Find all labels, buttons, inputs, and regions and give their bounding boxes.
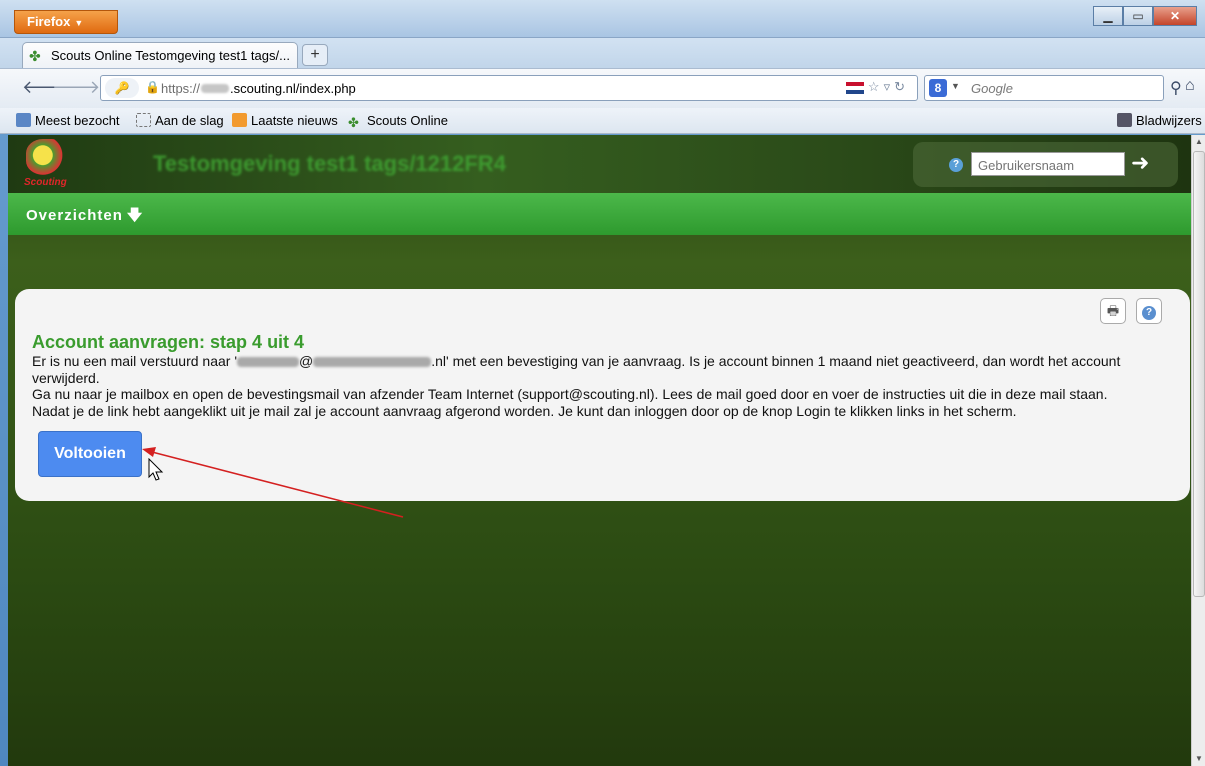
content-panel: 🖶 ? Account aanvragen: stap 4 uit 4 Er i… bbox=[15, 289, 1190, 501]
page-title: Account aanvragen: stap 4 uit 4 bbox=[32, 332, 305, 352]
page-icon bbox=[136, 113, 151, 127]
menu-overviews[interactable]: Overzichten 🡇 bbox=[26, 205, 143, 230]
bookmark-label: Aan de slag bbox=[155, 113, 224, 128]
message-line1-start: Er is nu een mail verstuurd naar ' bbox=[32, 353, 237, 369]
search-placeholder: Google bbox=[971, 81, 1013, 96]
finish-button[interactable]: Voltooien bbox=[38, 431, 142, 477]
firefox-menu-button[interactable]: Firefox ▼ bbox=[14, 10, 118, 34]
message-line1-at: @ bbox=[299, 353, 314, 369]
search-field[interactable]: 8 ▼ Google bbox=[924, 75, 1164, 101]
bookmarks-menu-label: Bladwijzers bbox=[1136, 113, 1202, 128]
arrow-down-icon: 🡇 bbox=[126, 207, 144, 224]
reload-icon[interactable]: ↻ bbox=[894, 79, 909, 94]
bookmarks-menu-button[interactable]: Bladwijzers bbox=[1117, 113, 1202, 128]
google-engine-icon[interactable]: 8 bbox=[929, 79, 947, 97]
window-titlebar: Firefox ▼ ▁ ▭ ✕ bbox=[0, 0, 1205, 38]
scroll-up-icon[interactable]: ▲ bbox=[1193, 135, 1205, 149]
main-menu: Overzichten 🡇 bbox=[8, 193, 1191, 235]
bookmarks-icon bbox=[1117, 113, 1132, 127]
menu-overviews-label: Overzichten bbox=[26, 207, 123, 224]
browser-tab-active[interactable]: ✤ Scouts Online Testomgeving test1 tags/… bbox=[22, 42, 298, 69]
bookmark-label: Meest bezocht bbox=[35, 113, 120, 128]
message-line2: Ga nu naar je mailbox en open de bevesti… bbox=[32, 386, 1108, 402]
lock-icon: 🔒 bbox=[145, 80, 160, 94]
scroll-thumb[interactable] bbox=[1193, 151, 1205, 597]
dropdown-icon[interactable]: ▿ bbox=[884, 79, 895, 94]
chevron-down-icon: ▼ bbox=[74, 18, 84, 28]
url-actions: ☆▿↻ bbox=[845, 79, 909, 95]
site-header: Scouting Testomgeving test1 tags/1212FR4… bbox=[8, 135, 1191, 193]
mouse-cursor-icon bbox=[148, 458, 164, 481]
flag-nl-icon bbox=[845, 81, 864, 94]
redacted-email-user bbox=[237, 357, 299, 368]
chevron-down-icon[interactable]: ▼ bbox=[951, 81, 960, 91]
bookmark-label: Scouts Online bbox=[367, 113, 448, 128]
close-window-button[interactable]: ✕ bbox=[1153, 6, 1197, 26]
firefox-menu-label: Firefox bbox=[27, 14, 71, 29]
tab-strip: ✤ Scouts Online Testomgeving test1 tags/… bbox=[0, 38, 1205, 69]
bookmark-latest-news[interactable]: Laatste nieuws bbox=[232, 113, 338, 128]
help-button[interactable]: ? bbox=[1136, 298, 1162, 324]
page-viewport: Scouting Testomgeving test1 tags/1212FR4… bbox=[8, 135, 1191, 766]
bookmark-most-visited[interactable]: Meest bezocht bbox=[16, 113, 120, 128]
scouts-favicon-icon: ✤ bbox=[29, 48, 41, 64]
url-prefix: https:// bbox=[161, 81, 201, 96]
redacted-subdomain bbox=[201, 84, 230, 93]
rss-icon bbox=[232, 113, 247, 127]
bookmark-scouts-online[interactable]: ✤ Scouts Online bbox=[348, 113, 448, 130]
username-input[interactable] bbox=[971, 152, 1125, 176]
most-visited-icon bbox=[16, 113, 31, 127]
bookmark-star-icon[interactable]: ☆ bbox=[868, 79, 884, 94]
instruction-text: Er is nu een mail verstuurd naar ' @ .nl' … bbox=[32, 353, 1172, 419]
environment-title: Testomgeving test1 tags/1212FR4 bbox=[153, 151, 506, 176]
message-line3: Nadat je de link hebt aangeklikt uit je … bbox=[32, 402, 1017, 419]
login-box: ? ➜ bbox=[913, 142, 1178, 187]
redacted-email-domain bbox=[313, 357, 432, 368]
scouting-logo[interactable]: Scouting bbox=[18, 139, 76, 191]
minimize-button[interactable]: ▁ bbox=[1093, 6, 1123, 26]
maximize-button[interactable]: ▭ bbox=[1123, 6, 1153, 26]
bookmark-label: Laatste nieuws bbox=[251, 113, 338, 128]
print-icon: 🖶 bbox=[1106, 303, 1120, 318]
search-icon[interactable]: ⚲ bbox=[1170, 78, 1182, 98]
forward-icon[interactable]: 🡒 bbox=[52, 77, 100, 98]
home-icon[interactable]: ⌂ bbox=[1185, 77, 1195, 95]
window-controls: ▁ ▭ ✕ bbox=[1093, 6, 1197, 26]
bookmarks-toolbar: Meest bezocht Aan de slag Laatste nieuws… bbox=[0, 108, 1205, 134]
url-host: .scouting.nl/index.php bbox=[230, 81, 356, 96]
navigation-toolbar: 🡐 🡒 🔑 🔒 https://.scouting.nl/index.php ☆… bbox=[0, 68, 1205, 108]
address-bar[interactable]: 🔑 🔒 https:// .scouting.nl/index.php ☆▿↻ bbox=[100, 75, 918, 101]
scouts-favicon-icon: ✤ bbox=[348, 115, 359, 130]
identity-key-icon[interactable]: 🔑 bbox=[105, 78, 139, 98]
print-button[interactable]: 🖶 bbox=[1100, 298, 1126, 324]
page-scrollbar[interactable]: ▲ ▼ bbox=[1191, 135, 1205, 766]
help-icon: ? bbox=[1142, 306, 1156, 320]
info-icon[interactable]: ? bbox=[949, 158, 963, 172]
tab-title: Scouts Online Testomgeving test1 tags/..… bbox=[51, 48, 290, 63]
scouting-logo-icon bbox=[26, 139, 68, 175]
scroll-down-icon[interactable]: ▼ bbox=[1193, 752, 1205, 766]
logo-text: Scouting bbox=[24, 177, 67, 188]
login-arrow-icon[interactable]: ➜ bbox=[1131, 150, 1149, 176]
bookmark-getting-started[interactable]: Aan de slag bbox=[136, 113, 224, 128]
new-tab-button[interactable]: + bbox=[302, 44, 328, 66]
